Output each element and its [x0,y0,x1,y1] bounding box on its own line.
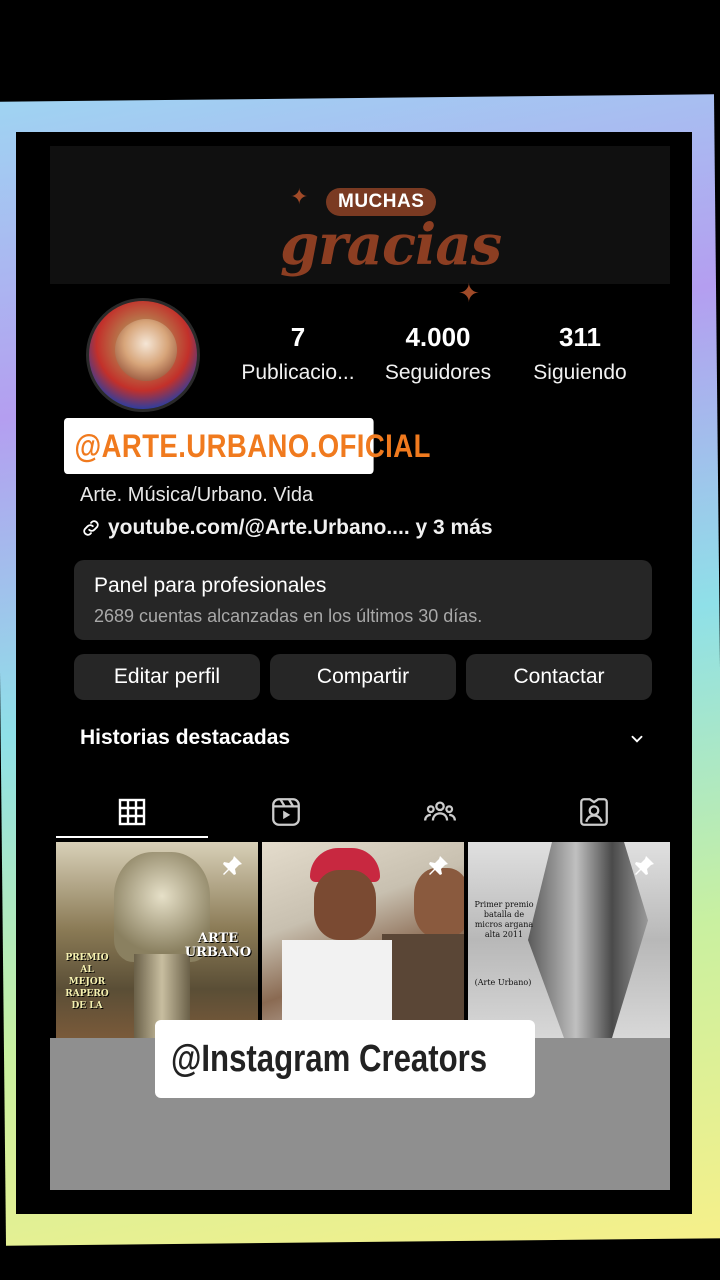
stat-followers[interactable]: 4.000 Seguidores [376,322,500,385]
followers-count: 4.000 [405,322,471,352]
following-label: Siguiendo [533,361,627,384]
tagged-icon [580,798,608,826]
pin-icon [635,856,654,875]
following-count: 311 [559,322,601,352]
share-profile-button[interactable]: Compartir [270,654,456,700]
tab-posts-grid[interactable] [56,786,208,838]
stat-following[interactable]: 311 Siguiendo [518,322,642,385]
banner-script-text: gracias [280,212,502,278]
avatar[interactable] [86,298,200,412]
profile-tabs [56,786,670,838]
grid-icon [118,798,146,826]
post-thumbnail[interactable] [262,842,464,1038]
avatar-photo [115,319,177,381]
active-tab-indicator [56,836,208,838]
post-overlay-text: PREMIO AL MEJOR RAPERO DE LA [65,953,109,1011]
post-overlay-text: Primer premio batalla de micros argana a… [474,900,534,939]
contact-button[interactable]: Contactar [466,654,652,700]
person-face-shape [314,870,376,940]
person-face-shape [414,868,464,938]
pin-icon [429,856,448,875]
collab-icon [423,801,457,821]
stat-posts[interactable]: 7 Publicacio... [236,322,360,385]
edit-profile-button[interactable]: Editar perfil [74,654,260,700]
followers-label: Seguidores [384,361,492,384]
header-banner: ✦ MUCHAS gracias ✦ [50,146,670,308]
post-thumbnail[interactable]: ARTE URBANO PREMIO AL MEJOR RAPERO DE LA [56,842,258,1038]
microphone-trophy-shape [528,842,648,1038]
pin-icon [223,856,242,875]
tab-reels[interactable] [210,786,362,838]
link-icon [83,520,99,536]
tab-tagged[interactable] [518,786,670,838]
sparkle-icon: ✦ [458,278,480,308]
highlights-header[interactable]: Historias destacadas [80,726,290,750]
sparkle-icon: ✦ [290,184,309,209]
profile-link[interactable]: youtube.com/@Arte.Urbano.... y 3 más [80,516,493,540]
bio-text: Arte. Música/Urbano. Vida [80,484,314,506]
profile-link-text: youtube.com/@Arte.Urbano.... y 3 más [108,516,493,539]
post-overlay-text: ARTE URBANO [184,931,252,960]
username-overlay: @ARTE.URBANO.OFICIAL [64,418,430,474]
chevron-down-icon[interactable] [628,730,646,748]
caption-text: @Instagram Creators [171,1037,488,1080]
professional-dashboard[interactable]: Panel para profesionales 2689 cuentas al… [74,560,652,640]
post-overlay-text: (Arte Urbano) [474,978,532,987]
dashboard-title: Panel para profesionales [94,574,327,597]
post-thumbnail[interactable]: Primer premio batalla de micros argana a… [468,842,670,1038]
reels-icon [272,798,300,826]
posts-label: Publicacio... [241,361,355,384]
tab-collabs[interactable] [364,786,516,838]
dashboard-subtitle: 2689 cuentas alcanzadas en los últimos 3… [94,606,483,626]
posts-count: 7 [290,322,306,352]
posts-grid: ARTE URBANO PREMIO AL MEJOR RAPERO DE LA… [56,842,670,1038]
instagram-creators-caption: @Instagram Creators [155,1020,535,1098]
